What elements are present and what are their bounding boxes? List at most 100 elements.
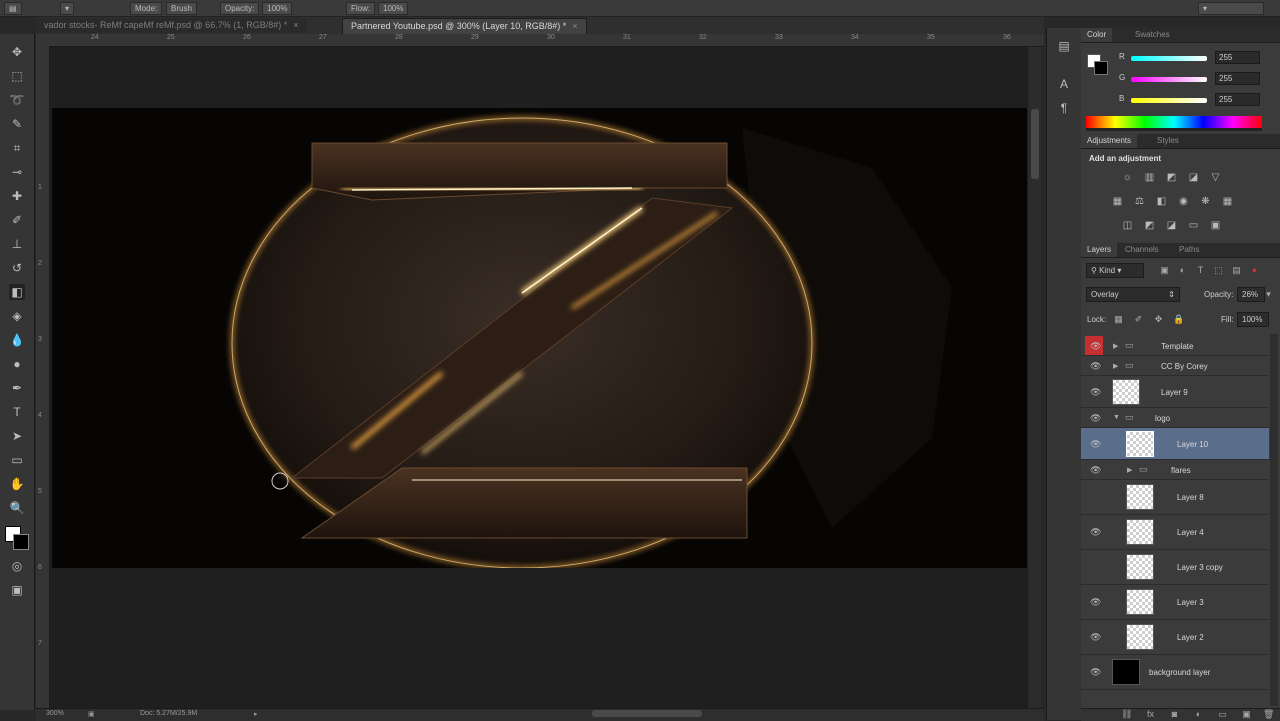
tab-color[interactable]: Color [1081, 28, 1113, 42]
filter-adjustment-icon[interactable]: ◐ [1177, 265, 1188, 276]
layer-style-icon[interactable]: fx [1145, 709, 1156, 720]
opacity-slider-arrow-icon[interactable]: ▾ [1263, 289, 1274, 300]
slider-track[interactable] [1131, 56, 1207, 61]
black-white-icon[interactable]: ◧ [1155, 196, 1168, 208]
info-icon[interactable]: ▣ [88, 710, 95, 718]
tab-partnered-youtube[interactable]: Partnered Youtube.psd @ 300% (Layer 10, … [342, 18, 587, 34]
opacity-value[interactable]: 100% [262, 2, 293, 15]
selective-color-icon[interactable]: ▣ [1209, 220, 1222, 232]
eraser-tool-icon[interactable]: ◧ [9, 284, 25, 300]
layer-row-background[interactable]: 👁 background layer [1081, 655, 1269, 690]
dodge-tool-icon[interactable]: ● [9, 356, 25, 372]
brush-tool-icon[interactable]: ✐ [9, 212, 25, 228]
blue-value[interactable]: 255 [1215, 93, 1260, 106]
channel-mixer-icon[interactable]: ❋ [1199, 196, 1212, 208]
filter-smart-object-icon[interactable]: ▤ [1231, 265, 1242, 276]
slider-track[interactable] [1131, 98, 1207, 103]
screen-mode-icon[interactable]: ▣ [9, 582, 25, 598]
tool-preset-picker[interactable]: ▾ [60, 2, 75, 15]
horizontal-scrollbar-thumb[interactable] [592, 710, 702, 717]
levels-icon[interactable]: ▥ [1143, 172, 1156, 184]
visibility-toggle[interactable]: 👁 [1085, 460, 1103, 479]
quick-mask-icon[interactable]: ◎ [9, 558, 25, 574]
chevron-right-icon[interactable]: ▶ [1127, 466, 1132, 474]
vertical-scrollbar[interactable] [1029, 47, 1041, 708]
tab-adjustments[interactable]: Adjustments [1081, 134, 1138, 148]
tab-styles[interactable]: Styles [1151, 134, 1185, 148]
tab-vador-stocks[interactable]: vador stocks- ReMf capeMf reMf.psd @ 66.… [36, 18, 307, 33]
workspace-select[interactable]: ▾ [1198, 2, 1264, 15]
threshold-icon[interactable]: ◪ [1165, 220, 1178, 232]
tab-layers[interactable]: Layers [1081, 243, 1118, 257]
chevron-right-icon[interactable]: ▶ [1113, 362, 1118, 370]
opacity-input[interactable]: 26% [1237, 287, 1265, 302]
layer-row-layer-9[interactable]: 👁 Layer 9 [1081, 376, 1269, 408]
hand-tool-icon[interactable]: ✋ [9, 476, 25, 492]
layer-row-layer-8[interactable]: Layer 8 [1081, 480, 1269, 515]
hue-saturation-icon[interactable]: ▦ [1111, 196, 1124, 208]
background-color-swatch[interactable] [13, 534, 29, 550]
layer-row-layer-3-copy[interactable]: Layer 3 copy [1081, 550, 1269, 585]
eyedropper-tool-icon[interactable]: ⊸ [9, 164, 25, 180]
history-brush-icon[interactable]: ↺ [9, 260, 25, 276]
visibility-toggle[interactable]: 👁 [1085, 515, 1103, 549]
spectrum-grayscale[interactable] [1086, 128, 1262, 131]
move-tool-icon[interactable]: ✥ [9, 44, 25, 60]
shape-tool-icon[interactable]: ▭ [9, 452, 25, 468]
flow-value[interactable]: 100% [378, 2, 409, 15]
lock-pixels-icon[interactable]: ✐ [1133, 314, 1144, 325]
layer-filter-select[interactable]: ⚲ Kind ▾ [1086, 263, 1144, 278]
red-value[interactable]: 255 [1215, 51, 1260, 64]
layer-row-layer-2[interactable]: 👁 Layer 2 [1081, 620, 1269, 655]
visibility-toggle[interactable]: 👁 [1085, 336, 1103, 355]
visibility-toggle[interactable]: 👁 [1085, 655, 1103, 689]
filter-toggle-icon[interactable]: ● [1249, 265, 1260, 276]
clone-stamp-icon[interactable]: ⊥ [9, 236, 25, 252]
filter-shape-icon[interactable]: ⬚ [1213, 265, 1224, 276]
history-panel-icon[interactable]: ▤ [1056, 38, 1072, 54]
layer-row-layer-10[interactable]: 👁 Layer 10 [1081, 428, 1269, 460]
visibility-toggle[interactable]: 👁 [1085, 356, 1103, 375]
vibrance-icon[interactable]: ▽ [1209, 172, 1222, 184]
gradient-map-icon[interactable]: ▭ [1187, 220, 1200, 232]
photo-filter-icon[interactable]: ◉ [1177, 196, 1190, 208]
lock-all-icon[interactable]: 🔒 [1173, 314, 1184, 325]
link-layers-icon[interactable]: ⛓ [1121, 709, 1132, 720]
trash-icon[interactable]: 🗑 [1263, 709, 1274, 720]
lasso-tool-icon[interactable]: ➰ [9, 92, 25, 108]
blur-tool-icon[interactable]: 💧 [9, 332, 25, 348]
add-mask-icon[interactable]: ◙ [1169, 709, 1180, 720]
fill-input[interactable]: 100% [1237, 312, 1269, 327]
posterize-icon[interactable]: ◩ [1143, 220, 1156, 232]
character-panel-icon[interactable]: A [1056, 76, 1072, 92]
layer-row-flares[interactable]: 👁 ▶ ▭ flares [1081, 460, 1269, 480]
zoom-tool-icon[interactable]: 🔍 [9, 500, 25, 516]
new-layer-icon[interactable]: ▣ [1241, 709, 1252, 720]
visibility-toggle[interactable]: 👁 [1085, 428, 1103, 459]
gradient-tool-icon[interactable]: ◈ [9, 308, 25, 324]
tab-channels[interactable]: Channels [1119, 243, 1165, 257]
close-icon[interactable]: × [293, 20, 298, 30]
layer-row-layer-3[interactable]: 👁 Layer 3 [1081, 585, 1269, 620]
visibility-toggle[interactable] [1085, 480, 1103, 514]
path-select-icon[interactable]: ➤ [9, 428, 25, 444]
layer-row-logo[interactable]: 👁 ▼ ▭ logo [1081, 408, 1269, 428]
visibility-toggle[interactable]: 👁 [1085, 408, 1103, 427]
marquee-tool-icon[interactable]: ⬚ [9, 68, 25, 84]
color-lookup-icon[interactable]: ▦ [1221, 196, 1234, 208]
invert-icon[interactable]: ◫ [1121, 220, 1134, 232]
new-adjustment-icon[interactable]: ◐ [1193, 709, 1204, 720]
background-swatch[interactable] [1094, 61, 1108, 75]
mode-select[interactable]: Brush [166, 2, 197, 15]
vertical-ruler[interactable]: 1 2 3 4 5 6 7 [36, 46, 50, 708]
curves-icon[interactable]: ◩ [1165, 172, 1178, 184]
chevron-right-icon[interactable]: ▶ [1113, 342, 1118, 350]
visibility-toggle[interactable]: 👁 [1085, 620, 1103, 654]
brightness-icon[interactable]: ☼ [1121, 172, 1134, 184]
lock-transparency-icon[interactable]: ▦ [1113, 314, 1124, 325]
document-canvas[interactable] [52, 108, 1027, 568]
visibility-toggle[interactable]: 👁 [1085, 376, 1103, 407]
new-group-icon[interactable]: ▭ [1217, 709, 1228, 720]
chevron-down-icon[interactable]: ▼ [1113, 414, 1120, 421]
visibility-toggle[interactable] [1085, 550, 1103, 584]
